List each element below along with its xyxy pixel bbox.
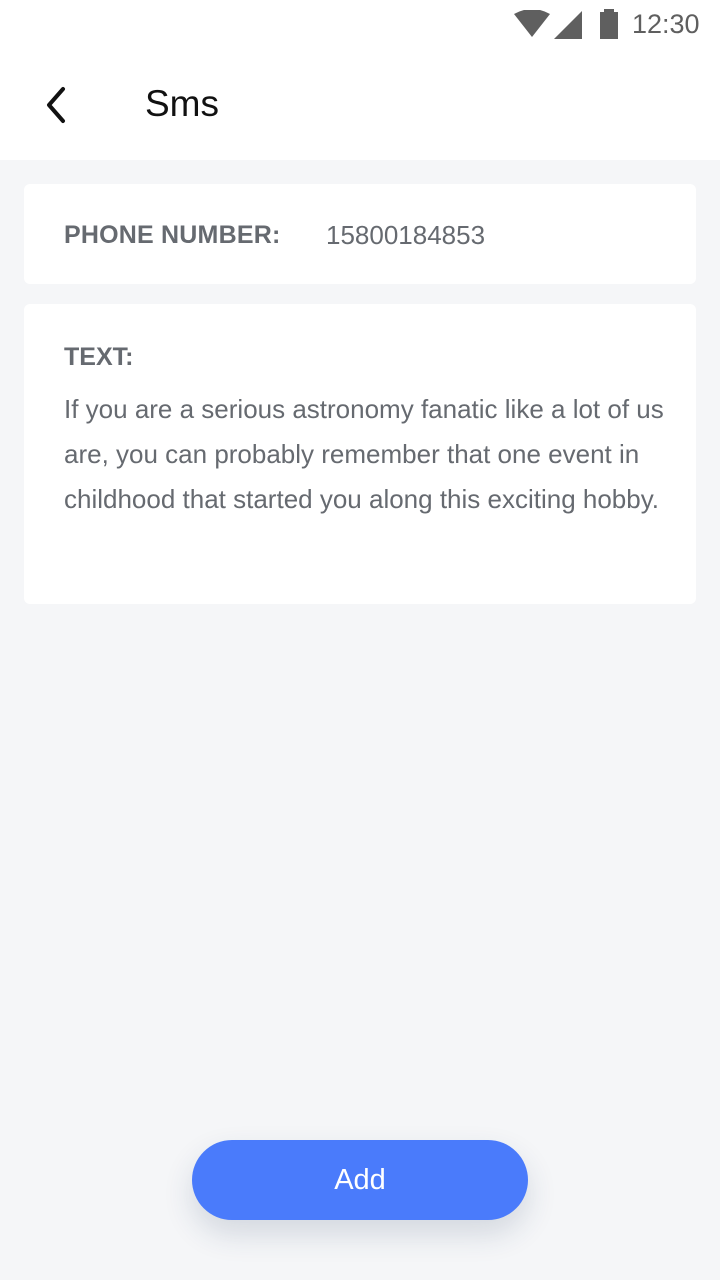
status-bar: 12:30 [0,0,720,48]
add-button[interactable]: Add [192,1140,528,1220]
app-bar: Sms [0,48,720,160]
back-button[interactable] [30,78,84,132]
battery-icon [600,9,618,39]
message-text-body: If you are a serious astronomy fanatic l… [64,394,664,514]
page-title: Sms [145,83,219,124]
message-text-card: TEXT: If you are a serious astronomy fan… [24,304,696,604]
sms-screen: 12:30 Sms PHONE NUMBER: 15800184853 TEXT… [0,0,720,1280]
wifi-icon [514,10,550,37]
phone-number-label: PHONE NUMBER: [64,221,281,249]
message-text-label: TEXT: [64,343,134,371]
phone-number-value: 15800184853 [326,220,486,250]
status-time: 12:30 [632,9,700,39]
cell-signal-icon [554,11,582,39]
phone-number-card: PHONE NUMBER: 15800184853 [24,184,696,284]
chevron-left-icon [47,87,65,123]
